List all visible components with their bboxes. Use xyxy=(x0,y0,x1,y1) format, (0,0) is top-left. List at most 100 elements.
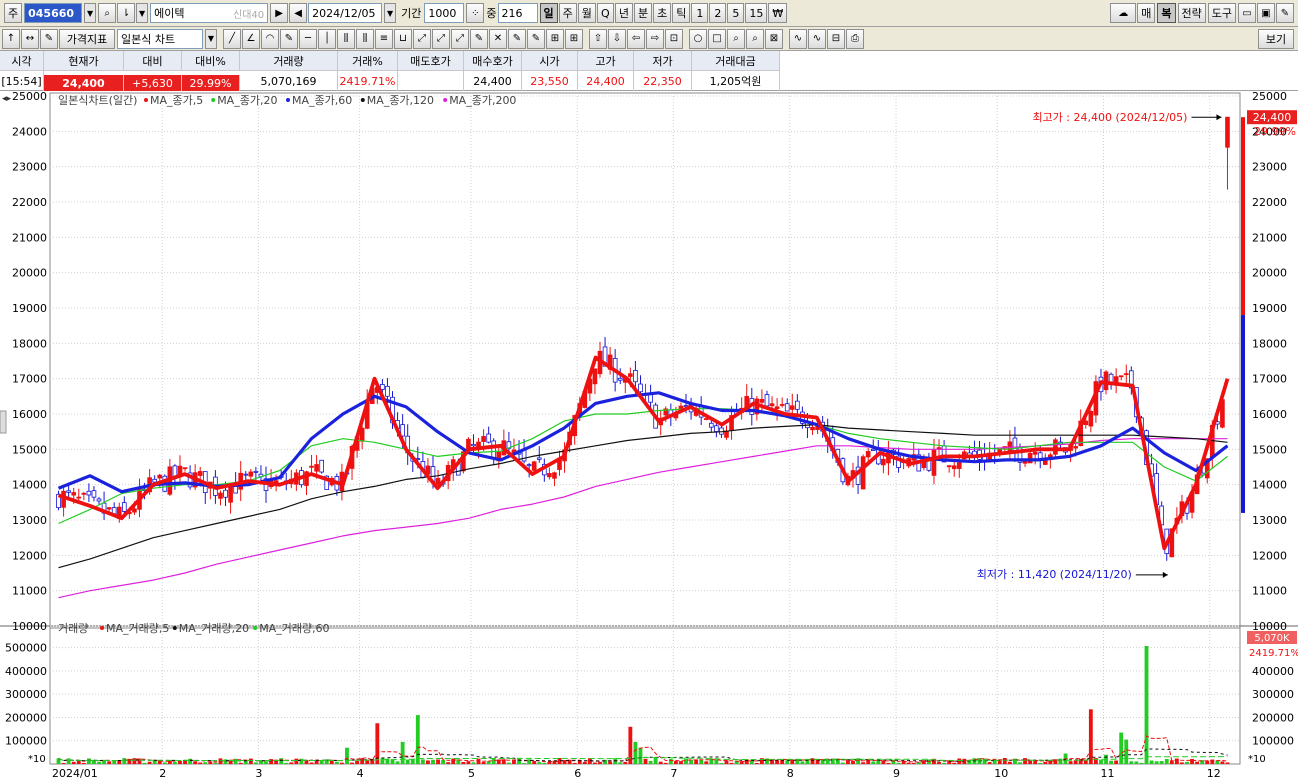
stock-chart[interactable]: 25000 2500024000 2400023000 2300022000 22000… xyxy=(0,91,1298,779)
arc-icon[interactable]: ◠ xyxy=(261,28,279,49)
timeframe-9[interactable]: 2 xyxy=(709,3,727,23)
calendar-dropdown-icon[interactable]: ▼ xyxy=(384,3,397,23)
volume-bar xyxy=(198,762,203,764)
volume-bar xyxy=(623,761,628,764)
chevron-down-icon[interactable]: ▼ xyxy=(205,28,217,49)
count-input[interactable]: 216 xyxy=(497,3,538,23)
candle-body xyxy=(865,451,871,458)
timeframe-10[interactable]: 5 xyxy=(727,3,745,23)
expand-horizontal-icon[interactable]: ↔ xyxy=(21,28,39,49)
circle-icon[interactable]: ○ xyxy=(689,28,707,49)
price-tick-left: 22000 xyxy=(12,196,47,209)
timeframe-0[interactable]: 일 xyxy=(539,3,558,23)
fibonacci-icon[interactable]: ≡ xyxy=(375,28,393,49)
timeframe-4[interactable]: 년 xyxy=(614,3,633,23)
price-indicator-button[interactable]: 가격지표 xyxy=(59,28,115,49)
down-icon[interactable]: ⇩ xyxy=(608,28,626,49)
color-icon[interactable]: ✎ xyxy=(527,28,545,49)
remove-icon[interactable]: ⊠ xyxy=(765,28,783,49)
right-button-0[interactable]: 매 xyxy=(1137,3,1156,23)
wrench-icon[interactable]: ✎ xyxy=(1276,3,1294,23)
volume-tick-left: 500000 xyxy=(5,642,47,655)
vertical-line-icon[interactable]: │ xyxy=(318,28,336,49)
x-tick-label: 5 xyxy=(468,767,475,779)
chevron-down-icon[interactable]: ▼ xyxy=(84,3,97,23)
pencil-icon[interactable]: ✎ xyxy=(470,28,488,49)
cloud-icon[interactable]: ☁ xyxy=(1110,3,1137,23)
volume-bar xyxy=(476,758,481,764)
timeframe-2[interactable]: 월 xyxy=(577,3,596,23)
trendline-icon[interactable]: ╱ xyxy=(223,28,241,49)
volume-legend-entry: MA_거래량,20 xyxy=(179,622,249,635)
volume-bar xyxy=(284,762,289,764)
gann-icon[interactable]: ⫼ xyxy=(356,28,374,49)
volume-bar xyxy=(436,759,440,764)
volume-bar xyxy=(653,758,658,764)
strategy-button[interactable]: 전략 xyxy=(1177,3,1206,23)
export-icon[interactable]: ⊡ xyxy=(665,28,683,49)
grid-icon[interactable]: ⁘ xyxy=(466,3,485,23)
date-input[interactable]: 2024/12/05 xyxy=(308,3,383,23)
andrews-icon[interactable]: ⤢ xyxy=(451,28,469,49)
wave-icon[interactable]: ∿ xyxy=(789,28,807,49)
view-button[interactable]: 보기 xyxy=(1258,28,1294,49)
zoom-out-icon[interactable]: ⌕ xyxy=(746,28,764,49)
volume-bar xyxy=(522,763,527,764)
chart-type-select[interactable]: 일본식 차트 xyxy=(117,28,203,49)
timeframe-8[interactable]: 1 xyxy=(691,3,709,23)
horizontal-line-icon[interactable]: ─ xyxy=(299,28,317,49)
table-icon[interactable]: ⊞ xyxy=(565,28,583,49)
save-icon[interactable]: ▣ xyxy=(1257,3,1275,23)
timeframe-3[interactable]: Q xyxy=(596,3,614,23)
candle-body xyxy=(759,398,765,403)
left-icon[interactable]: ⇦ xyxy=(627,28,645,49)
channel-icon[interactable]: ⫼ xyxy=(337,28,355,49)
up-icon[interactable]: ⇧ xyxy=(589,28,607,49)
volume-bar xyxy=(537,762,542,764)
right-icon[interactable]: ⇨ xyxy=(646,28,664,49)
chevron-down-icon[interactable]: ▼ xyxy=(136,3,149,23)
timeframe-7[interactable]: 틱 xyxy=(672,3,691,23)
tools-button[interactable]: 도구 xyxy=(1207,3,1236,23)
cycle-icon[interactable]: ⊔ xyxy=(394,28,412,49)
stock-name-field[interactable]: 에이텍 신대40 xyxy=(150,3,269,23)
prev-arrow-icon[interactable]: ◀ xyxy=(289,3,308,23)
next-arrow-icon[interactable]: ▶ xyxy=(270,3,289,23)
candle-body xyxy=(228,484,233,503)
folder-open-icon[interactable]: ▭ xyxy=(1238,3,1256,23)
zoom-in-icon[interactable]: ⌕ xyxy=(727,28,745,49)
timeframe-5[interactable]: 분 xyxy=(634,3,653,23)
parallel-icon[interactable]: ⤢ xyxy=(432,28,450,49)
right-button-1[interactable]: 복 xyxy=(1157,3,1176,23)
edit-icon[interactable]: ✎ xyxy=(40,28,58,49)
grid-icon[interactable]: ⊞ xyxy=(546,28,564,49)
volume-bar xyxy=(264,761,268,764)
timeframe-6[interactable]: 초 xyxy=(653,3,672,23)
pen-icon[interactable]: ✎ xyxy=(280,28,298,49)
timeframe-group: 일 주 월 Q 년 분 초 틱 1 2 5 15 ₩ xyxy=(539,3,789,23)
volume-bar xyxy=(673,760,678,764)
print-icon[interactable]: ⎙ xyxy=(846,28,864,49)
eraser-icon[interactable]: ✎ xyxy=(508,28,526,49)
price-tick-left: 23000 xyxy=(12,161,47,174)
stats-icon[interactable]: ⊟ xyxy=(827,28,845,49)
market-selector[interactable]: 주 xyxy=(4,3,23,23)
timeframe-11[interactable]: 15 xyxy=(745,3,768,23)
angle-icon[interactable]: ∠ xyxy=(242,28,260,49)
search-icon[interactable]: ⌕ xyxy=(98,3,117,23)
price-tick-left: 21000 xyxy=(12,231,47,244)
price-tick-right: 20000 xyxy=(1252,267,1287,280)
volume-bar xyxy=(294,758,299,764)
candle-body xyxy=(860,456,866,490)
rectangle-icon[interactable]: □ xyxy=(708,28,726,49)
timeframe-1[interactable]: 주 xyxy=(558,3,577,23)
wave2-icon[interactable]: ∿ xyxy=(808,28,826,49)
timeframe-12[interactable]: ₩ xyxy=(768,3,788,23)
delete-icon[interactable]: ✕ xyxy=(489,28,507,49)
arrow-up-icon[interactable]: ↑ xyxy=(2,28,20,49)
sort-icon[interactable]: ⇂ xyxy=(117,3,136,23)
volume-bar xyxy=(1225,762,1230,764)
regression-icon[interactable]: ⤢ xyxy=(413,28,431,49)
stock-code-input[interactable]: 045660 xyxy=(24,3,83,23)
period-input[interactable]: 1000 xyxy=(424,3,465,23)
